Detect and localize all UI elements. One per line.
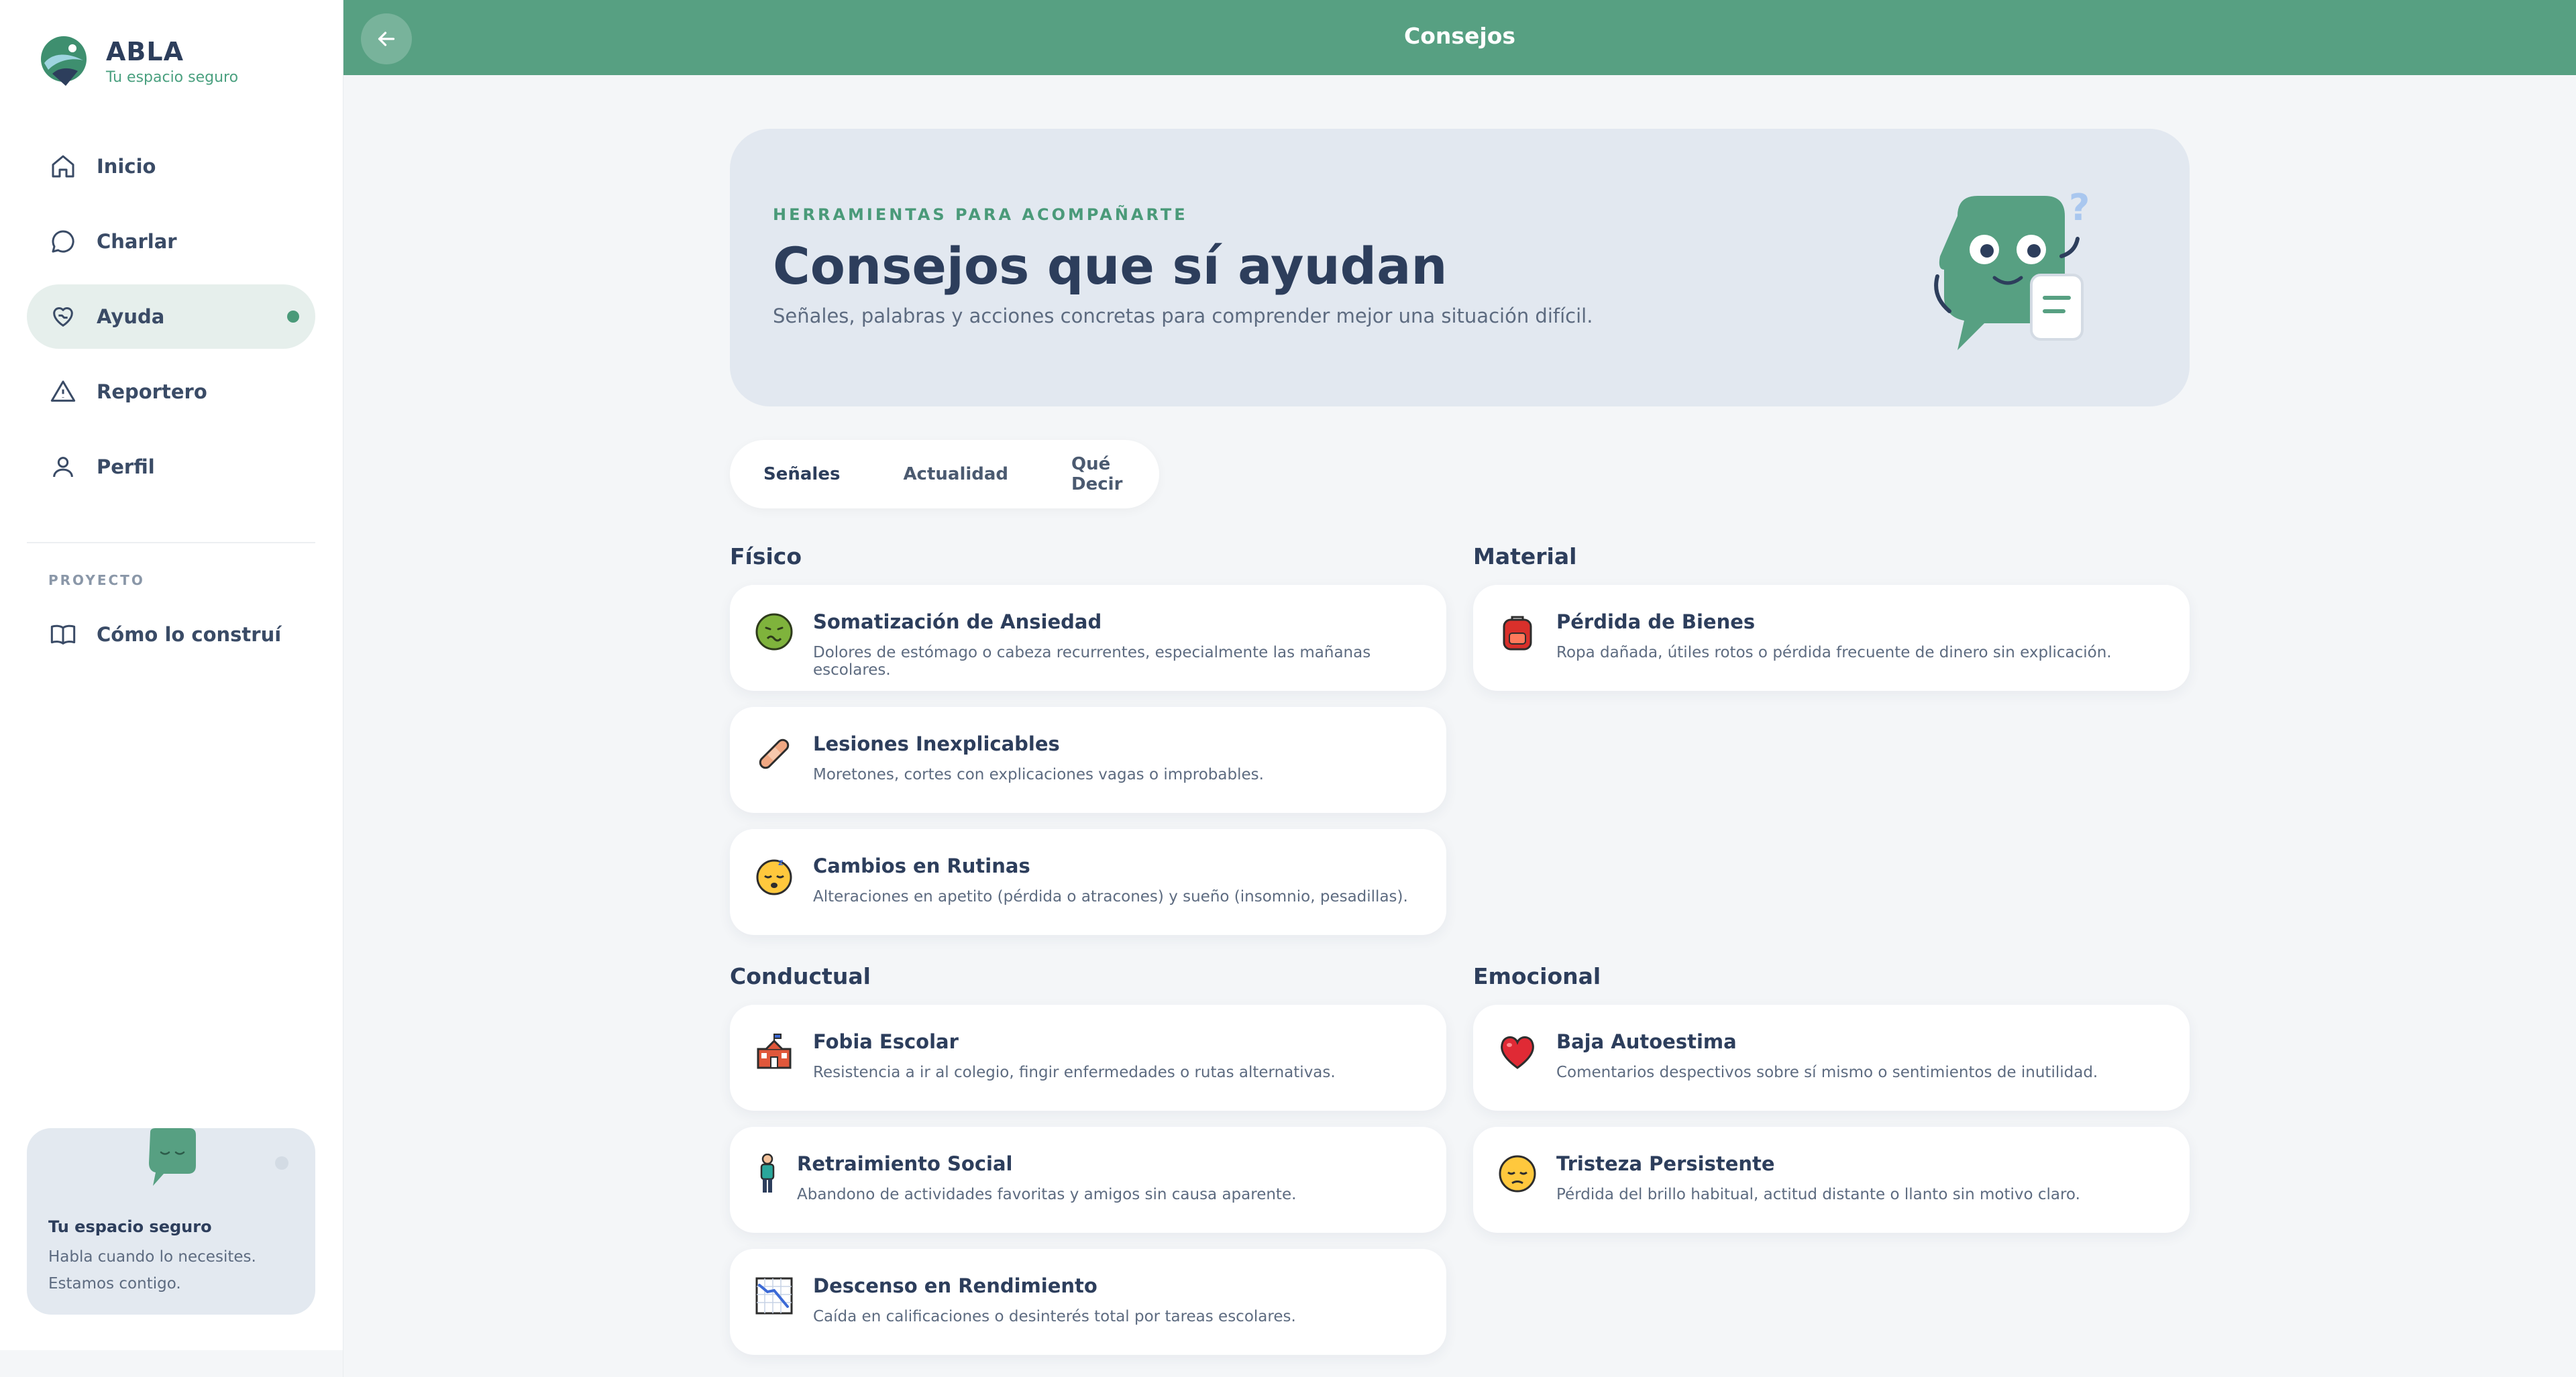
brand-tagline: Tu espacio seguro <box>106 68 239 86</box>
safe-card-title: Tu espacio seguro <box>48 1217 212 1236</box>
hero-eyebrow: HERRAMIENTAS PARA ACOMPAÑARTE <box>773 205 1188 224</box>
school-icon <box>757 1034 792 1069</box>
card-title: Pérdida de Bienes <box>1556 610 1756 633</box>
book-icon <box>48 620 78 649</box>
chat-icon <box>48 227 78 256</box>
sleeping-mascot-icon <box>149 1128 196 1186</box>
sidebar-item-label: Charlar <box>97 230 177 253</box>
card-title: Descenso en Rendimiento <box>813 1274 1097 1297</box>
card-title: Tristeza Persistente <box>1556 1152 1775 1175</box>
tab-que-decir[interactable]: Qué Decir <box>1071 454 1122 494</box>
sign-card[interactable]: z Cambios en Rutinas Alteraciones en ape… <box>730 829 1446 935</box>
brand-logo-icon <box>41 36 87 86</box>
tab-bar: Señales Actualidad Qué Decir <box>730 440 1159 508</box>
card-text: Dolores de estómago o cabeza recurrentes… <box>813 644 1371 679</box>
backpack-icon <box>1503 616 1532 651</box>
sidebar-item-como-lo-construi[interactable]: Cómo lo construí <box>27 602 315 667</box>
heart-hand-icon <box>48 302 78 331</box>
sleeping-face-icon: z <box>756 858 792 895</box>
card-title: Retraimiento Social <box>797 1152 1013 1175</box>
tab-actualidad[interactable]: Actualidad <box>903 464 1008 484</box>
sign-card[interactable]: Lesiones Inexplicables Moretones, cortes… <box>730 707 1446 813</box>
bandage-icon <box>759 738 790 769</box>
active-indicator-dot <box>287 311 299 323</box>
sign-card[interactable]: Baja Autoestima Comentarios despectivos … <box>1473 1005 2190 1111</box>
sidebar-item-label: Perfil <box>97 455 155 478</box>
tab-senales[interactable]: Señales <box>763 464 840 484</box>
mascot-illustration-icon: ? <box>1934 189 2090 350</box>
safe-space-card: Tu espacio seguro Habla cuando lo necesi… <box>27 1128 315 1315</box>
svg-text:z: z <box>778 858 784 868</box>
sidebar-item-label: Reportero <box>97 380 207 403</box>
sign-card[interactable]: Fobia Escolar Resistencia a ir al colegi… <box>730 1005 1446 1111</box>
project-nav: Cómo lo construí <box>27 602 315 677</box>
sidebar-item-label: Inicio <box>97 155 156 178</box>
sidebar-item-label: Ayuda <box>97 305 165 328</box>
decorative-dot <box>275 1156 288 1170</box>
card-text: Ropa dañada, útiles rotos o pérdida frec… <box>1556 644 2112 661</box>
card-text: Resistencia a ir al colegio, fingir enfe… <box>813 1064 1336 1081</box>
sidebar-item-label: Cómo lo construí <box>97 623 282 646</box>
person-standing-icon <box>760 1154 775 1193</box>
hero-banner: HERRAMIENTAS PARA ACOMPAÑARTE Consejos q… <box>730 129 2190 406</box>
safe-card-text: Habla cuando lo necesites. Estamos conti… <box>48 1248 256 1292</box>
sidebar-item-ayuda[interactable]: Ayuda <box>27 284 315 349</box>
hero-subtitle: Señales, palabras y acciones concretas p… <box>773 305 1593 327</box>
category-title-emocional: Emocional <box>1473 963 1601 989</box>
card-title: Fobia Escolar <box>813 1030 959 1053</box>
sign-card[interactable]: Somatización de Ansiedad Dolores de estó… <box>730 585 1446 691</box>
sidebar-item-perfil[interactable]: Perfil <box>27 435 315 499</box>
nauseated-face-icon <box>755 613 793 651</box>
sidebar-item-inicio[interactable]: Inicio <box>27 134 315 199</box>
page-title: Consejos <box>1403 23 1516 49</box>
top-bar: Consejos <box>343 0 2576 75</box>
arrow-left-icon <box>378 32 395 46</box>
sidebar-divider <box>27 542 315 543</box>
hero-title: Consejos que sí ayudan <box>773 236 1448 296</box>
card-title: Baja Autoestima <box>1556 1030 1737 1053</box>
category-title-conductual: Conductual <box>730 963 871 989</box>
sidebar-footer <box>0 1350 343 1377</box>
card-title: Somatización de Ansiedad <box>813 610 1102 633</box>
card-text: Moretones, cortes con explicaciones vaga… <box>813 766 1264 783</box>
card-title: Lesiones Inexplicables <box>813 732 1060 755</box>
sign-card[interactable]: Tristeza Persistente Pérdida del brillo … <box>1473 1127 2190 1233</box>
card-text: Alteraciones en apetito (pérdida o atrac… <box>813 888 1408 905</box>
sidebar-item-charlar[interactable]: Charlar <box>27 209 315 274</box>
card-text: Caída en calificaciones o desinterés tot… <box>813 1308 1296 1325</box>
red-heart-icon <box>1501 1036 1534 1069</box>
category-title-fisico: Físico <box>730 543 802 569</box>
sidebar-nav: Inicio Charlar Ayuda Reportero Perfil <box>27 134 315 510</box>
card-text: Abandono de actividades favoritas y amig… <box>797 1186 1297 1203</box>
category-title-material: Material <box>1473 543 1577 569</box>
sign-card[interactable]: Descenso en Rendimiento Caída en calific… <box>730 1249 1446 1355</box>
brand[interactable]: ABLA Tu espacio seguro <box>39 32 238 90</box>
home-icon <box>48 152 78 181</box>
card-text: Pérdida del brillo habitual, actitud dis… <box>1556 1186 2080 1203</box>
svg-text:?: ? <box>2069 189 2090 229</box>
card-text: Comentarios despectivos sobre sí mismo o… <box>1556 1064 2098 1081</box>
sign-card[interactable]: Retraimiento Social Abandono de activida… <box>730 1127 1446 1233</box>
brand-name: ABLA <box>106 36 184 66</box>
pensive-face-icon <box>1499 1155 1536 1193</box>
sidebar-item-reportero[interactable]: Reportero <box>27 360 315 424</box>
user-icon <box>48 452 78 482</box>
warning-icon <box>48 377 78 406</box>
sign-card[interactable]: Pérdida de Bienes Ropa dañada, útiles ro… <box>1473 585 2190 691</box>
section-label-proyecto: PROYECTO <box>48 572 145 588</box>
sidebar: ABLA Tu espacio seguro Inicio Charlar Ay… <box>0 0 343 1377</box>
back-button[interactable] <box>361 13 412 64</box>
chart-decreasing-icon <box>755 1277 793 1315</box>
card-title: Cambios en Rutinas <box>813 855 1030 877</box>
